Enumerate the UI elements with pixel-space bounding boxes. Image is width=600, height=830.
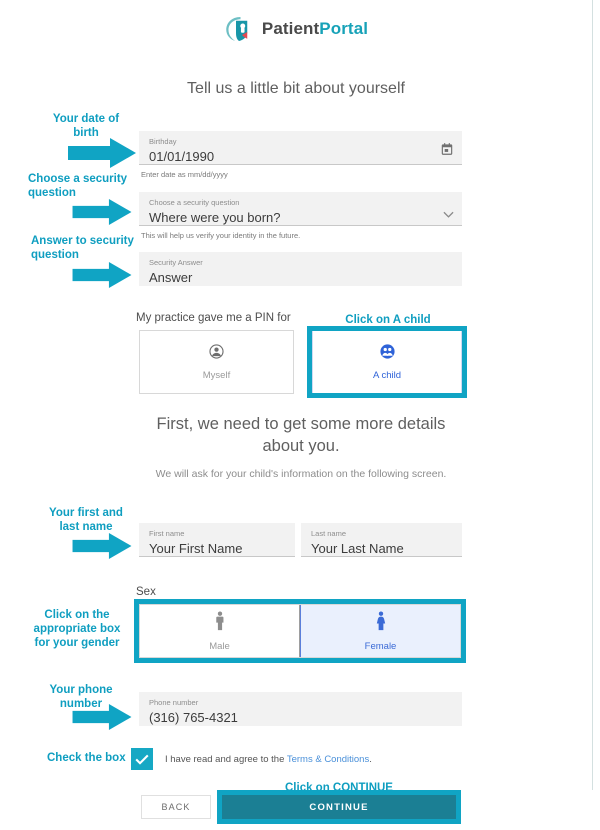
security-question-value: Where were you born? <box>149 210 281 225</box>
check-icon <box>135 754 149 765</box>
security-question-select[interactable]: Choose a security question Where were yo… <box>139 192 462 226</box>
annotation-gender-line3: for your gender <box>34 637 120 649</box>
birthday-field[interactable]: Birthday 01/01/1990 <box>139 131 462 165</box>
annotation-security-question: Choose a security question <box>28 172 146 200</box>
annotation-sa-line1: Answer to security <box>31 235 134 247</box>
page-divider <box>592 0 593 790</box>
annotation-name-line2: last name <box>59 521 113 533</box>
pin-option-myself-label: Myself <box>202 370 231 381</box>
annotation-box-continue <box>217 790 461 824</box>
annotation-phone-line1: Your phone <box>49 684 113 696</box>
first-name-field[interactable]: First name Your First Name <box>139 523 295 557</box>
terms-text-before: I have read and agree to the <box>165 753 287 765</box>
annotation-sq-line2: question <box>28 187 76 199</box>
last-name-field[interactable]: Last name Your Last Name <box>301 523 462 557</box>
annotation-dob: Your date of birth <box>38 112 134 140</box>
brand-name: PatientPortal <box>262 19 368 39</box>
back-button[interactable]: BACK <box>141 795 211 819</box>
chevron-down-icon[interactable] <box>443 206 454 224</box>
annotation-gender-line1: Click on the <box>44 609 110 621</box>
patient-portal-logo-icon <box>226 17 248 41</box>
terms-row: I have read and agree to the Terms & Con… <box>131 748 372 770</box>
terms-text-after: . <box>369 753 372 765</box>
first-name-label: First name <box>149 529 185 538</box>
annotation-box-gender <box>134 599 466 663</box>
annotation-arrow-phone <box>72 704 132 730</box>
annotation-arrow-security-question <box>72 199 132 225</box>
annotation-dob-line1: Your date of <box>52 113 120 125</box>
section-note: We will ask for your child's information… <box>155 468 447 480</box>
birthday-value: 01/01/1990 <box>149 149 215 164</box>
annotation-gender-line2: appropriate box <box>33 623 121 635</box>
security-question-helper: This will help us verify your identity i… <box>141 231 301 240</box>
first-name-value: Your First Name <box>149 541 243 556</box>
calendar-icon[interactable] <box>440 142 454 161</box>
page-title: Tell us a little bit about yourself <box>187 80 405 97</box>
pin-section-label: My practice gave me a PIN for <box>136 312 291 324</box>
annotation-arrow-security-answer <box>72 262 132 288</box>
annotation-arrow-name <box>72 533 132 559</box>
annotation-box-a-child <box>307 326 467 398</box>
brand-logo: PatientPortal <box>0 14 592 44</box>
signup-page: PatientPortal Tell us a little bit about… <box>0 0 600 830</box>
annotation-a-child: Click on A child <box>345 314 431 326</box>
annotation-sa-line2: question <box>31 249 79 261</box>
annotation-sq-line1: Choose a security <box>28 173 128 185</box>
brand-name-part2: Portal <box>319 19 369 38</box>
security-answer-field[interactable]: Security Answer Answer <box>139 252 462 286</box>
phone-number-field[interactable]: Phone number (316) 765-4321 <box>139 692 462 726</box>
account-circle-icon <box>208 343 225 365</box>
security-question-label: Choose a security question <box>149 198 240 207</box>
annotation-name: Your first and last name <box>27 506 145 534</box>
sex-section-label: Sex <box>136 586 156 598</box>
terms-and-conditions-link[interactable]: Terms & Conditions <box>287 754 369 765</box>
birthday-label: Birthday <box>149 137 177 146</box>
annotation-security-answer: Answer to security question <box>31 234 151 262</box>
phone-number-value: (316) 765-4321 <box>149 710 238 725</box>
last-name-value: Your Last Name <box>311 541 404 556</box>
security-answer-label: Security Answer <box>149 258 203 267</box>
annotation-name-line1: Your first and <box>49 507 123 519</box>
annotation-checkbox: Check the box <box>47 752 126 764</box>
terms-text: I have read and agree to the Terms & Con… <box>165 754 372 765</box>
security-answer-value: Answer <box>149 270 193 285</box>
phone-number-label: Phone number <box>149 698 199 707</box>
annotation-gender: Click on the appropriate box for your ge… <box>22 608 132 650</box>
birthday-helper: Enter date as mm/dd/yyyy <box>141 170 228 179</box>
pin-option-myself[interactable]: Myself <box>139 330 294 394</box>
section-subtitle: First, we need to get some more details … <box>156 415 446 455</box>
terms-checkbox[interactable] <box>131 748 153 770</box>
last-name-label: Last name <box>311 529 347 538</box>
brand-name-part1: Patient <box>261 19 320 38</box>
annotation-arrow-dob <box>68 138 136 168</box>
